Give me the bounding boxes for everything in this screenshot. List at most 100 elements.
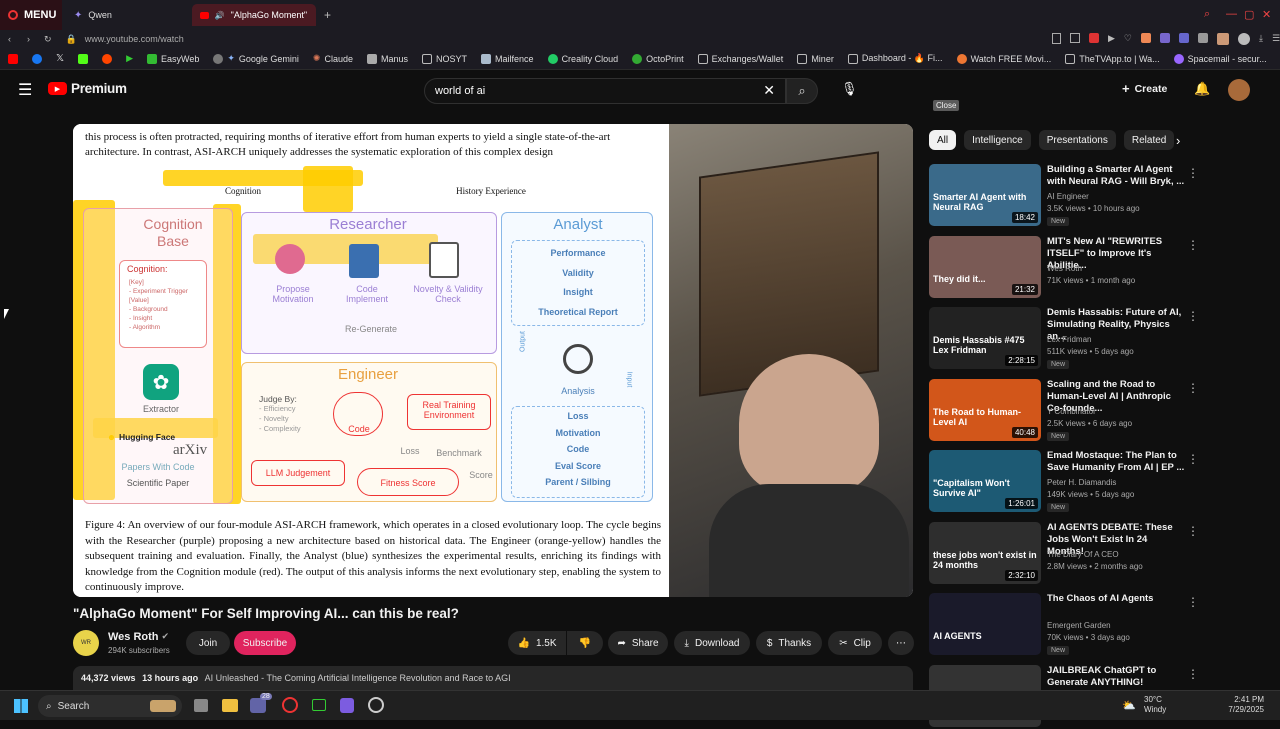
recommendation-item[interactable]: AI AGENTS The Chaos of AI Agents Emergent … (929, 593, 1264, 657)
recommendation-channel[interactable]: Lex Fridman (1047, 334, 1091, 346)
play-icon[interactable]: ▶ (1108, 33, 1115, 45)
recommendation-title[interactable]: JAILBREAK ChatGPT to Generate ANYTHING! (1047, 665, 1185, 689)
youtube-premium-logo[interactable]: ▶ Premium (48, 81, 127, 96)
extension-icon[interactable] (1179, 33, 1189, 43)
bookmark-icon[interactable] (1052, 33, 1061, 44)
obs-icon[interactable] (368, 697, 384, 713)
recommendation-item[interactable]: The Road to Human-Level AI 40:48 Scaling a… (929, 378, 1264, 443)
more-vertical-icon[interactable]: ⋮ (1187, 595, 1199, 609)
create-button[interactable]: + Create (1122, 81, 1167, 96)
obsidian-icon[interactable] (340, 698, 354, 713)
clock[interactable]: 2:41 PM 7/29/2025 (1222, 695, 1264, 715)
url-field[interactable]: www.youtube.com/watch (85, 34, 184, 44)
bookmark-creality-cloud[interactable]: Creality Cloud (547, 53, 618, 64)
close-window-icon[interactable]: ✕ (1262, 8, 1271, 21)
search-button[interactable]: ⌕ (786, 78, 818, 104)
chip-all[interactable]: All (929, 130, 957, 150)
hamburger-menu-icon[interactable]: ☰ (18, 80, 32, 100)
minimize-icon[interactable]: — (1226, 8, 1237, 20)
search-input[interactable]: world of ai ✕ (424, 78, 786, 104)
more-vertical-icon[interactable]: ⋮ (1187, 524, 1199, 538)
bookmark-claude[interactable]: ✺ Claude (313, 53, 353, 64)
x-bookmark-icon[interactable]: 𝕏 (56, 53, 64, 64)
bookmark-watch-free-movies[interactable]: Watch FREE Movi... (956, 53, 1051, 64)
recommendation-title[interactable]: The Chaos of AI Agents (1047, 593, 1185, 605)
bookmark-spacemail[interactable]: Spacemail - secur... (1173, 53, 1267, 64)
kick-bookmark-icon[interactable] (78, 53, 89, 64)
back-icon[interactable]: ‹ (8, 34, 11, 44)
video-thumbnail[interactable]: They did it... 21:32 (929, 235, 1041, 298)
youtube-bookmark-icon[interactable] (8, 53, 18, 64)
more-vertical-icon[interactable]: ⋮ (1187, 667, 1199, 681)
shield-icon[interactable] (1089, 33, 1099, 43)
recommendation-item[interactable]: Demis Hassabis #475 Lex Fridman 2:28:15 De… (929, 307, 1264, 371)
browser-menu-button[interactable]: MENU (0, 0, 62, 30)
snapshot-icon[interactable] (1070, 33, 1080, 43)
terminal-icon[interactable] (312, 699, 326, 711)
video-thumbnail[interactable]: these jobs won't exist in 24 months 2:32:… (929, 521, 1041, 584)
recommendation-title[interactable]: Emad Mostaque: The Plan to Save Humanity… (1047, 450, 1185, 474)
extension-icon[interactable] (1198, 33, 1208, 43)
more-vertical-icon[interactable]: ⋮ (1187, 309, 1199, 323)
share-button[interactable]: ➦ Share (608, 631, 668, 655)
video-thumbnail[interactable]: AI AGENTS (929, 593, 1041, 655)
profile-icon[interactable] (1238, 33, 1250, 45)
burger-menu-icon[interactable]: ☰ (1272, 33, 1280, 45)
subscribe-button[interactable]: Subscribe (234, 631, 296, 655)
task-view-icon[interactable] (194, 699, 208, 712)
recommendation-title[interactable]: Building a Smarter AI Agent with Neural … (1047, 164, 1185, 188)
chips-next-icon[interactable]: › (1176, 133, 1180, 148)
tab-qwen[interactable]: ✦ Qwen (66, 4, 188, 26)
network-icon[interactable]: ⛅ (1122, 699, 1136, 712)
taskbar-search[interactable]: ⌕ Search (38, 695, 182, 717)
chip-related[interactable]: Related (1123, 130, 1175, 150)
notifications-bell-icon[interactable]: 🔔 (1194, 81, 1210, 97)
file-explorer-icon[interactable] (222, 699, 238, 712)
more-actions-button[interactable]: ⋯ (888, 631, 914, 655)
bookmark-google-gemini[interactable]: ✦ Google Gemini (213, 53, 299, 64)
chip-presentations[interactable]: Presentations (1038, 130, 1116, 150)
new-tab-button[interactable]: + (324, 8, 331, 22)
bookmark-miner[interactable]: Miner (797, 53, 834, 64)
maximize-icon[interactable]: ▢ (1244, 8, 1254, 21)
video-thumbnail[interactable]: "Capitalism Won't Survive AI" 1:26:01 (929, 450, 1041, 512)
video-description-box[interactable]: 44,372 views 13 hours ago AI Unleashed -… (73, 666, 913, 690)
channel-name[interactable]: Wes Roth ✔ (108, 631, 169, 643)
video-thumbnail[interactable]: Smarter AI Agent with Neural RAG 18:42 (929, 164, 1041, 226)
bookmark-octoprint[interactable]: OctoPrint (632, 53, 684, 64)
video-thumbnail[interactable]: Demis Hassabis #475 Lex Fridman 2:28:15 (929, 307, 1041, 369)
recommendation-item[interactable]: Smarter AI Agent with Neural RAG 18:42 Bui… (929, 164, 1264, 228)
search-tabs-icon[interactable]: ⌕ (1204, 8, 1210, 21)
tab-youtube-video[interactable]: 🔊 "AlphaGo Moment" Fc (192, 4, 316, 26)
forward-icon[interactable]: › (27, 34, 30, 44)
join-button[interactable]: Join (186, 631, 230, 655)
bookmark-manus[interactable]: Manus (367, 53, 408, 64)
more-vertical-icon[interactable]: ⋮ (1187, 381, 1199, 395)
bookmark-nosyt[interactable]: NOSYT (422, 53, 467, 64)
bookmark-dashboard[interactable]: Dashboard - 🔥 Fi... (847, 53, 943, 64)
play-bookmark-icon[interactable]: ▶ (126, 53, 133, 64)
like-button[interactable]: 👍 1.5K (508, 631, 566, 655)
recommendation-channel[interactable]: Wes Roth (1047, 263, 1082, 275)
reddit-bookmark-icon[interactable] (102, 53, 113, 64)
bookmark-exchanges-wallet[interactable]: Exchanges/Wallet (697, 53, 783, 64)
windows-start-icon[interactable] (14, 699, 28, 713)
bookmark-thetvapp[interactable]: TheTVApp.to | Wa... (1065, 53, 1160, 64)
recommendation-channel[interactable]: The Diary Of A CEO (1047, 549, 1119, 561)
heart-icon[interactable]: ♡ (1124, 33, 1132, 45)
clear-search-icon[interactable]: ✕ (763, 82, 775, 99)
facebook-bookmark-icon[interactable] (32, 53, 42, 64)
reload-icon[interactable]: ↻ (44, 34, 52, 45)
video-thumbnail[interactable]: The Road to Human-Level AI 40:48 (929, 378, 1041, 441)
channel-avatar[interactable]: WR (73, 630, 99, 656)
more-vertical-icon[interactable]: ⋮ (1187, 452, 1199, 466)
teams-icon[interactable] (250, 698, 266, 713)
video-player[interactable]: this process is often protracted, requir… (73, 124, 913, 597)
recommendation-item[interactable]: these jobs won't exist in 24 months 2:32:… (929, 521, 1264, 586)
thanks-button[interactable]: $ Thanks (756, 631, 822, 655)
extension-icon[interactable] (1217, 33, 1229, 45)
extension-icon[interactable] (1160, 33, 1170, 43)
extension-icon[interactable] (1141, 33, 1151, 43)
download-icon[interactable]: ⤓ (1259, 33, 1263, 45)
opera-gx-icon[interactable] (282, 697, 298, 713)
